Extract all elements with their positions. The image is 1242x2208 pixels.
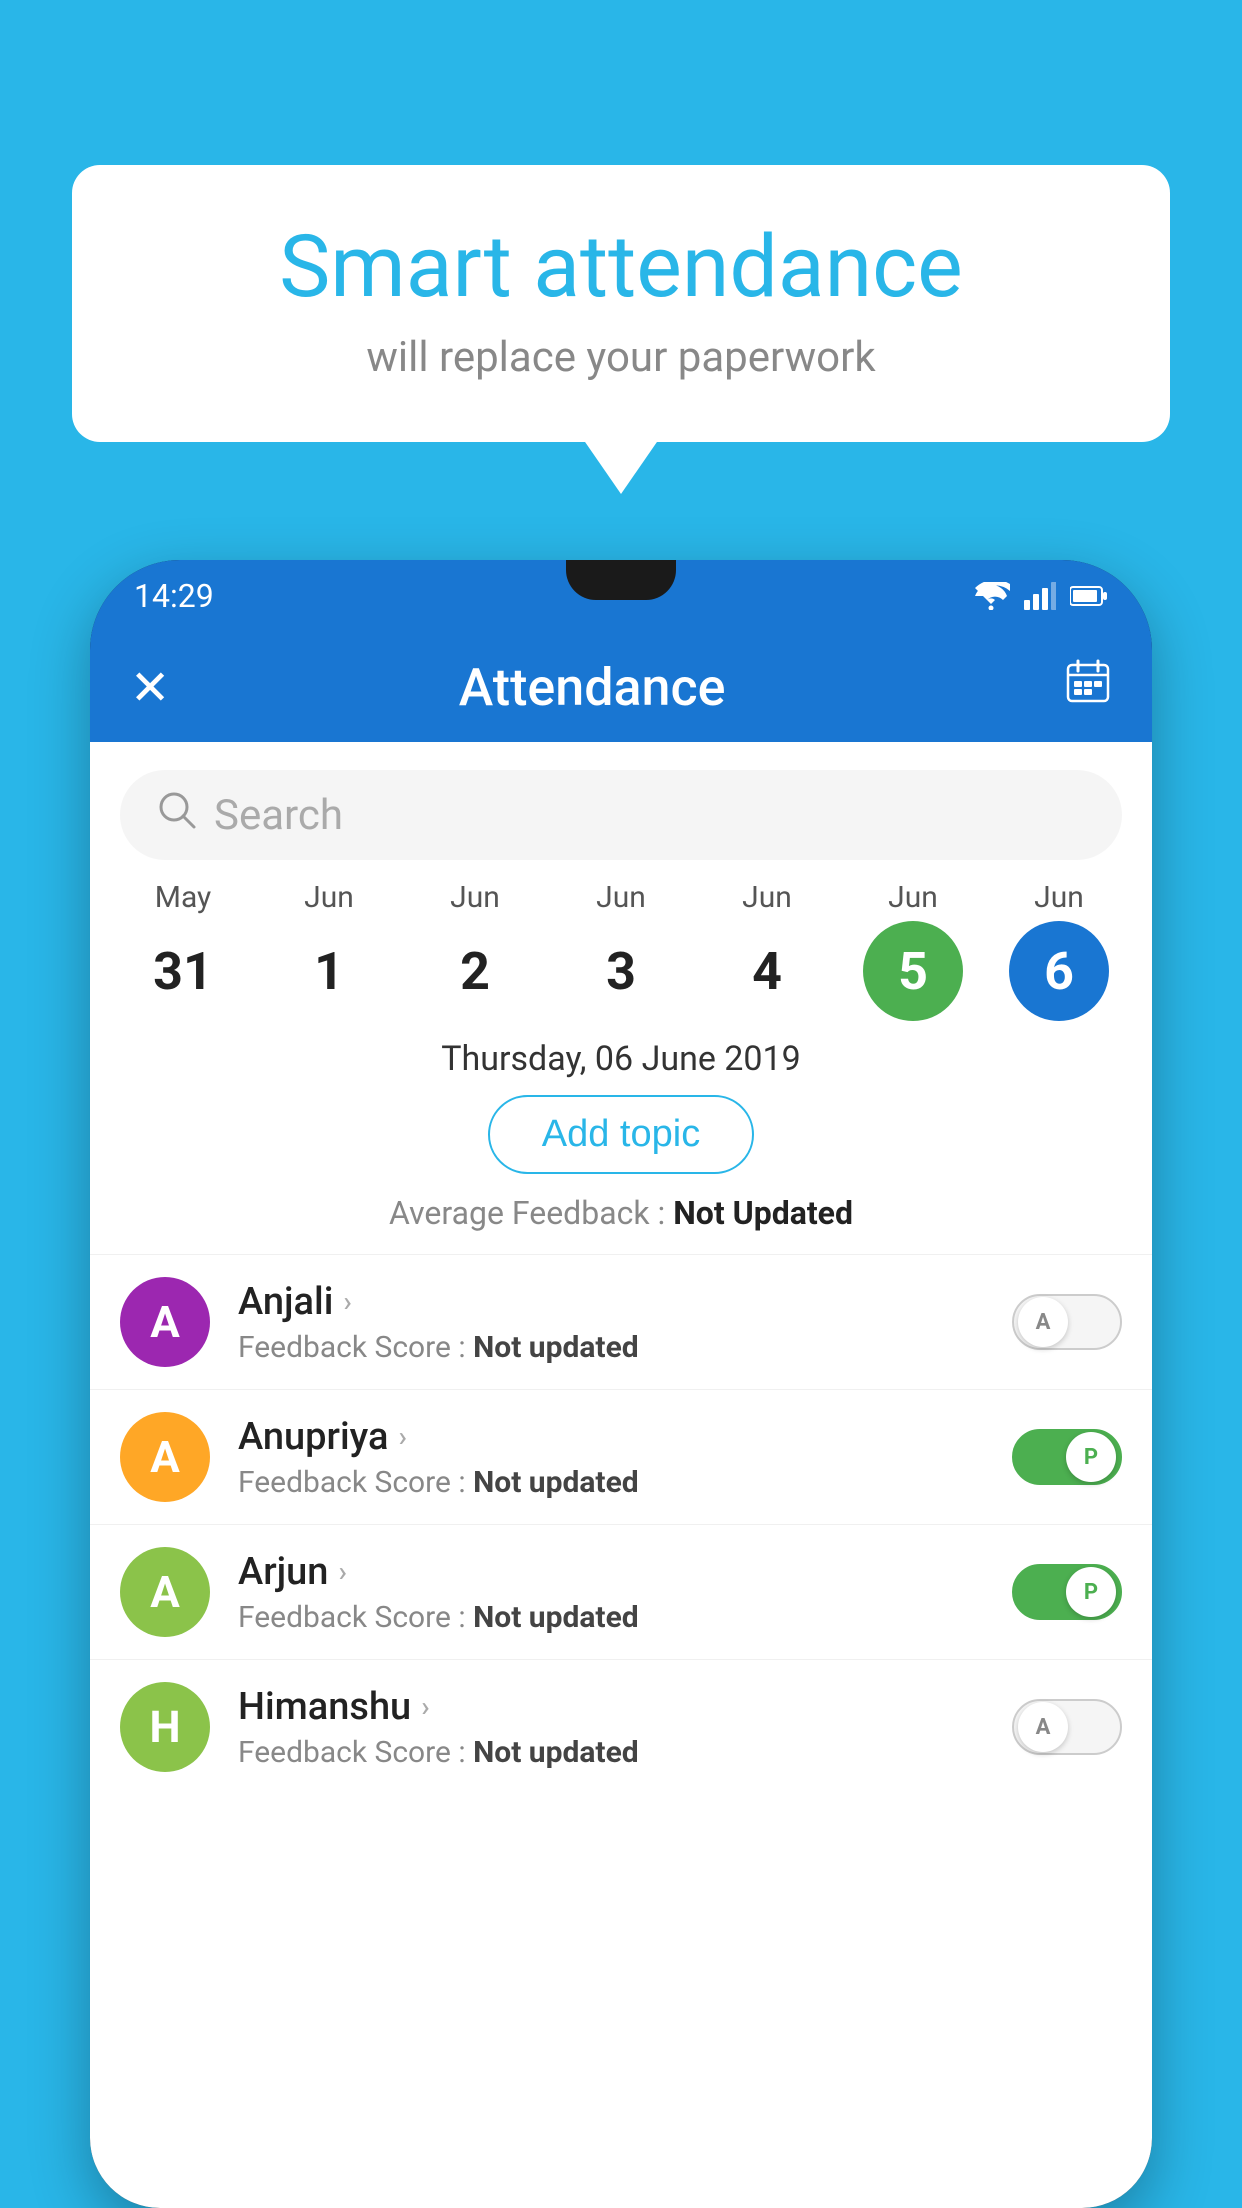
student-info: Anupriya› Feedback Score : Not updated: [238, 1415, 1012, 1500]
calendar-month-label: Jun: [596, 880, 646, 915]
avatar: A: [120, 1547, 210, 1637]
status-icons: [972, 582, 1108, 610]
attendance-toggle[interactable]: A: [1012, 1294, 1122, 1350]
toggle-knob: A: [1018, 1297, 1068, 1347]
student-info: Arjun› Feedback Score : Not updated: [238, 1550, 1012, 1635]
calendar-month-label: Jun: [888, 880, 938, 915]
feedback-score: Feedback Score : Not updated: [238, 1735, 1012, 1770]
status-bar: 14:29: [90, 560, 1152, 632]
app-content: Search May 31 Jun 1 Jun 2 Jun 3 Jun 4 Jun 5 Jun 6 Thu…: [90, 742, 1152, 2208]
calendar-day[interactable]: Jun 5: [853, 880, 973, 1021]
app-bar: ✕ Attendance: [90, 632, 1152, 742]
calendar-day[interactable]: Jun 1: [269, 880, 389, 1021]
search-bar[interactable]: Search: [120, 770, 1122, 860]
calendar-date-number[interactable]: 5: [863, 921, 963, 1021]
calendar-day[interactable]: Jun 3: [561, 880, 681, 1021]
student-name: Arjun›: [238, 1550, 1012, 1594]
student-list-item[interactable]: A Arjun› Feedback Score : Not updated P: [90, 1524, 1152, 1659]
calendar-icon[interactable]: [1064, 657, 1112, 717]
calendar-month-label: Jun: [742, 880, 792, 915]
calendar-day[interactable]: Jun 2: [415, 880, 535, 1021]
attendance-toggle[interactable]: A: [1012, 1699, 1122, 1755]
toggle-container[interactable]: P: [1012, 1564, 1122, 1620]
toggle-container[interactable]: P: [1012, 1429, 1122, 1485]
selected-date: Thursday, 06 June 2019: [90, 1039, 1152, 1079]
signal-icon: [1024, 582, 1056, 610]
toggle-container[interactable]: A: [1012, 1294, 1122, 1350]
toggle-knob: P: [1066, 1567, 1116, 1617]
wifi-icon: [972, 582, 1010, 610]
toggle-container[interactable]: A: [1012, 1699, 1122, 1755]
feedback-score: Feedback Score : Not updated: [238, 1330, 1012, 1365]
calendar-month-label: Jun: [304, 880, 354, 915]
avatar: A: [120, 1412, 210, 1502]
calendar-month-label: May: [155, 880, 211, 915]
add-topic-button[interactable]: Add topic: [488, 1095, 754, 1174]
student-name: Himanshu›: [238, 1685, 1012, 1729]
calendar-day[interactable]: Jun 4: [707, 880, 827, 1021]
calendar-month-label: Jun: [450, 880, 500, 915]
app-bar-title: Attendance: [120, 657, 1064, 718]
calendar-date-number[interactable]: 1: [279, 921, 379, 1021]
calendar-strip: May 31 Jun 1 Jun 2 Jun 3 Jun 4 Jun 5 Jun 6: [90, 880, 1152, 1021]
phone-frame: 14:29 ✕ Attendance: [90, 560, 1152, 2208]
calendar-date-number[interactable]: 31: [133, 921, 233, 1021]
attendance-toggle[interactable]: P: [1012, 1429, 1122, 1485]
chevron-icon: ›: [338, 1555, 346, 1588]
status-time: 14:29: [134, 577, 214, 615]
attendance-toggle[interactable]: P: [1012, 1564, 1122, 1620]
student-name: Anupriya›: [238, 1415, 1012, 1459]
search-placeholder: Search: [214, 791, 343, 840]
speech-bubble: Smart attendance will replace your paper…: [72, 165, 1170, 442]
battery-icon: [1070, 585, 1108, 607]
chevron-icon: ›: [421, 1690, 429, 1723]
calendar-month-label: Jun: [1034, 880, 1084, 915]
chevron-icon: ›: [398, 1420, 406, 1453]
student-list-item[interactable]: H Himanshu› Feedback Score : Not updatedA: [90, 1659, 1152, 1794]
chevron-icon: ›: [343, 1285, 351, 1318]
avatar: A: [120, 1277, 210, 1367]
speech-bubble-title: Smart attendance: [132, 220, 1110, 315]
calendar-date-number[interactable]: 4: [717, 921, 817, 1021]
avatar: H: [120, 1682, 210, 1772]
toggle-knob: P: [1066, 1432, 1116, 1482]
speech-bubble-subtitle: will replace your paperwork: [132, 333, 1110, 382]
feedback-score: Feedback Score : Not updated: [238, 1600, 1012, 1635]
calendar-day[interactable]: May 31: [123, 880, 243, 1021]
student-list-item[interactable]: A Anupriya› Feedback Score : Not updated P: [90, 1389, 1152, 1524]
student-info: Anjali› Feedback Score : Not updated: [238, 1280, 1012, 1365]
feedback-score: Feedback Score : Not updated: [238, 1465, 1012, 1500]
calendar-day[interactable]: Jun 6: [999, 880, 1119, 1021]
search-icon: [156, 789, 198, 842]
student-list: AAnjali›Feedback Score : Not updatedAAAn…: [90, 1254, 1152, 1794]
toggle-knob: A: [1018, 1702, 1068, 1752]
student-name: Anjali›: [238, 1280, 1012, 1324]
calendar-date-number[interactable]: 3: [571, 921, 671, 1021]
calendar-date-number[interactable]: 2: [425, 921, 525, 1021]
student-info: Himanshu› Feedback Score : Not updated: [238, 1685, 1012, 1770]
avg-feedback: Average Feedback : Not Updated: [90, 1194, 1152, 1232]
student-list-item[interactable]: AAnjali›Feedback Score : Not updatedA: [90, 1254, 1152, 1389]
phone-notch: [566, 560, 676, 600]
calendar-date-number[interactable]: 6: [1009, 921, 1109, 1021]
